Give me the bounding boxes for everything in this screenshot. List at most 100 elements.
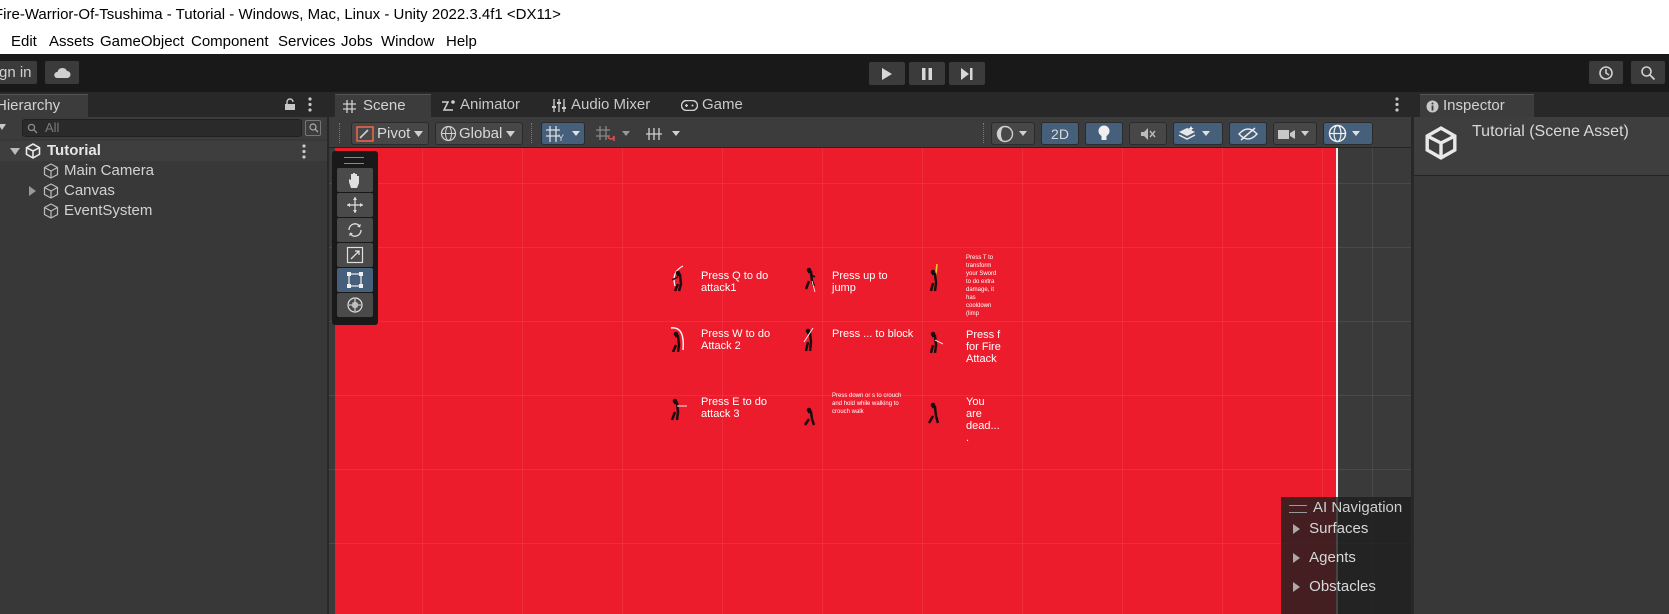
gizmos-dropdown[interactable] <box>1323 122 1373 145</box>
tab-inspector-label: Inspector <box>1443 97 1505 114</box>
history-button[interactable] <box>1588 60 1624 85</box>
increment-snap-button[interactable] <box>591 122 635 145</box>
global-dropdown[interactable]: Global <box>435 122 523 145</box>
palette-grip[interactable] <box>344 157 364 164</box>
tab-game-label: Game <box>702 96 743 113</box>
step-button[interactable] <box>948 61 986 86</box>
ai-navigation-overlay: AI Navigation Surfaces Agents Obstacles <box>1281 497 1411 614</box>
dropdown-arrow-icon[interactable] <box>0 124 6 130</box>
expand-arrow-icon <box>1293 524 1300 535</box>
lighting-toggle[interactable] <box>1085 122 1123 145</box>
gizmos-globe-icon <box>1328 124 1347 143</box>
toolbar-grip <box>531 123 534 143</box>
grid-snapping-toggle[interactable]: Y <box>541 122 585 145</box>
dropdown-arrow-icon <box>414 130 424 137</box>
expand-arrow-icon <box>1293 553 1300 564</box>
window-title: Fire-Warrior-Of-Tsushima - Tutorial - Wi… <box>0 6 561 23</box>
tab-inspector[interactable]: Inspector <box>1420 94 1534 117</box>
draw-mode-dropdown[interactable] <box>991 122 1035 145</box>
search-placeholder: All <box>45 120 60 135</box>
hierarchy-item-label: Canvas <box>64 182 115 199</box>
tutorial-text-dead: You are dead... . <box>966 396 1000 444</box>
global-label: Global <box>459 125 503 142</box>
ninja-fire-attack-sprite <box>929 331 943 354</box>
ai-nav-item-agents[interactable]: Agents <box>1293 549 1356 566</box>
more-options-icon[interactable] <box>302 144 306 159</box>
more-options-icon[interactable] <box>1395 97 1399 112</box>
expand-arrow-icon[interactable] <box>10 148 20 155</box>
tab-scene[interactable]: Scene <box>335 94 431 117</box>
menu-help[interactable]: Help <box>446 33 477 50</box>
grid-line <box>622 148 623 614</box>
dropdown-arrow-icon <box>572 131 580 136</box>
audio-toggle[interactable] <box>1129 122 1167 145</box>
overlay-grip[interactable] <box>1289 505 1307 513</box>
tab-scene-label: Scene <box>363 97 406 114</box>
scale-tool-button[interactable] <box>337 243 373 267</box>
2d-toggle[interactable]: 2D <box>1041 122 1079 145</box>
ai-nav-item-label: Agents <box>1309 549 1356 566</box>
menu-jobs[interactable]: Jobs <box>341 33 373 50</box>
light-bulb-icon <box>1098 125 1110 140</box>
rotate-icon <box>348 223 362 237</box>
effects-dropdown[interactable] <box>1173 122 1223 145</box>
lock-icon[interactable] <box>284 98 296 111</box>
grid-line <box>422 148 423 614</box>
hierarchy-scene-row[interactable]: Tutorial <box>0 141 327 161</box>
scene-name: Tutorial <box>47 142 101 159</box>
pivot-dropdown[interactable]: Pivot <box>351 122 429 145</box>
scene-viewport[interactable]: Press Q to do attack1 Press up to jump P… <box>329 148 1411 614</box>
ai-nav-item-obstacles[interactable]: Obstacles <box>1293 578 1376 595</box>
info-icon <box>1426 100 1439 113</box>
hierarchy-search-input[interactable]: All <box>22 119 302 137</box>
expand-arrow-icon <box>1293 582 1300 593</box>
hierarchy-tabstrip: Hierarchy <box>0 92 327 117</box>
grid-line <box>1222 148 1223 614</box>
rotate-tool-button[interactable] <box>337 218 373 242</box>
grid-visibility-button[interactable] <box>641 122 685 145</box>
sign-in-button[interactable]: gn in <box>0 60 38 85</box>
rect-tool-button[interactable] <box>337 268 373 292</box>
menu-gameobject[interactable]: GameObject <box>100 33 184 50</box>
play-button[interactable] <box>868 61 906 86</box>
grid-line <box>722 148 723 614</box>
transform-tool-button[interactable] <box>337 293 373 317</box>
hand-tool-button[interactable] <box>337 168 373 192</box>
tab-hierarchy[interactable]: Hierarchy <box>0 94 88 117</box>
dropdown-arrow-icon <box>506 130 516 137</box>
toolbar-grip <box>339 123 342 143</box>
tutorial-text-f: Press f for Fire Attack <box>966 329 1001 365</box>
menu-component[interactable]: Component <box>191 33 269 50</box>
grid-icon <box>343 100 356 113</box>
menu-window[interactable]: Window <box>381 33 434 50</box>
history-icon <box>1599 65 1613 80</box>
sign-in-label: gn in <box>0 64 32 81</box>
cloud-button[interactable] <box>44 60 80 85</box>
animator-icon <box>442 100 455 111</box>
grid-line <box>1122 148 1123 614</box>
menu-edit[interactable]: Edit <box>11 33 37 50</box>
camera-dropdown[interactable] <box>1273 122 1317 145</box>
play-icon <box>882 67 892 80</box>
search-button[interactable] <box>1630 60 1666 85</box>
gameobject-cube-icon <box>43 183 59 199</box>
ninja-jump-sprite <box>804 267 816 292</box>
tutorial-text-down: Press down or s to crouch and hold while… <box>832 393 902 415</box>
scene-search-button[interactable] <box>305 120 321 136</box>
ai-nav-item-surfaces[interactable]: Surfaces <box>1293 520 1368 537</box>
pivot-icon <box>356 125 374 142</box>
expand-arrow-icon[interactable] <box>29 186 36 196</box>
menu-assets[interactable]: Assets <box>49 33 94 50</box>
menu-services[interactable]: Services <box>278 33 336 50</box>
pause-button[interactable] <box>908 61 946 86</box>
move-tool-button[interactable] <box>337 193 373 217</box>
tutorial-text-e: Press E to do attack 3 <box>701 396 768 420</box>
scene-visibility-toggle[interactable] <box>1229 122 1267 145</box>
rect-transform-icon <box>347 272 363 288</box>
tutorial-text-q: Press Q to do attack1 <box>701 270 769 294</box>
grid-line <box>329 543 1411 544</box>
main-toolbar: gn in <box>0 54 1669 92</box>
pivot-label: Pivot <box>377 125 411 142</box>
step-icon <box>961 67 973 80</box>
more-options-icon[interactable] <box>308 97 312 112</box>
